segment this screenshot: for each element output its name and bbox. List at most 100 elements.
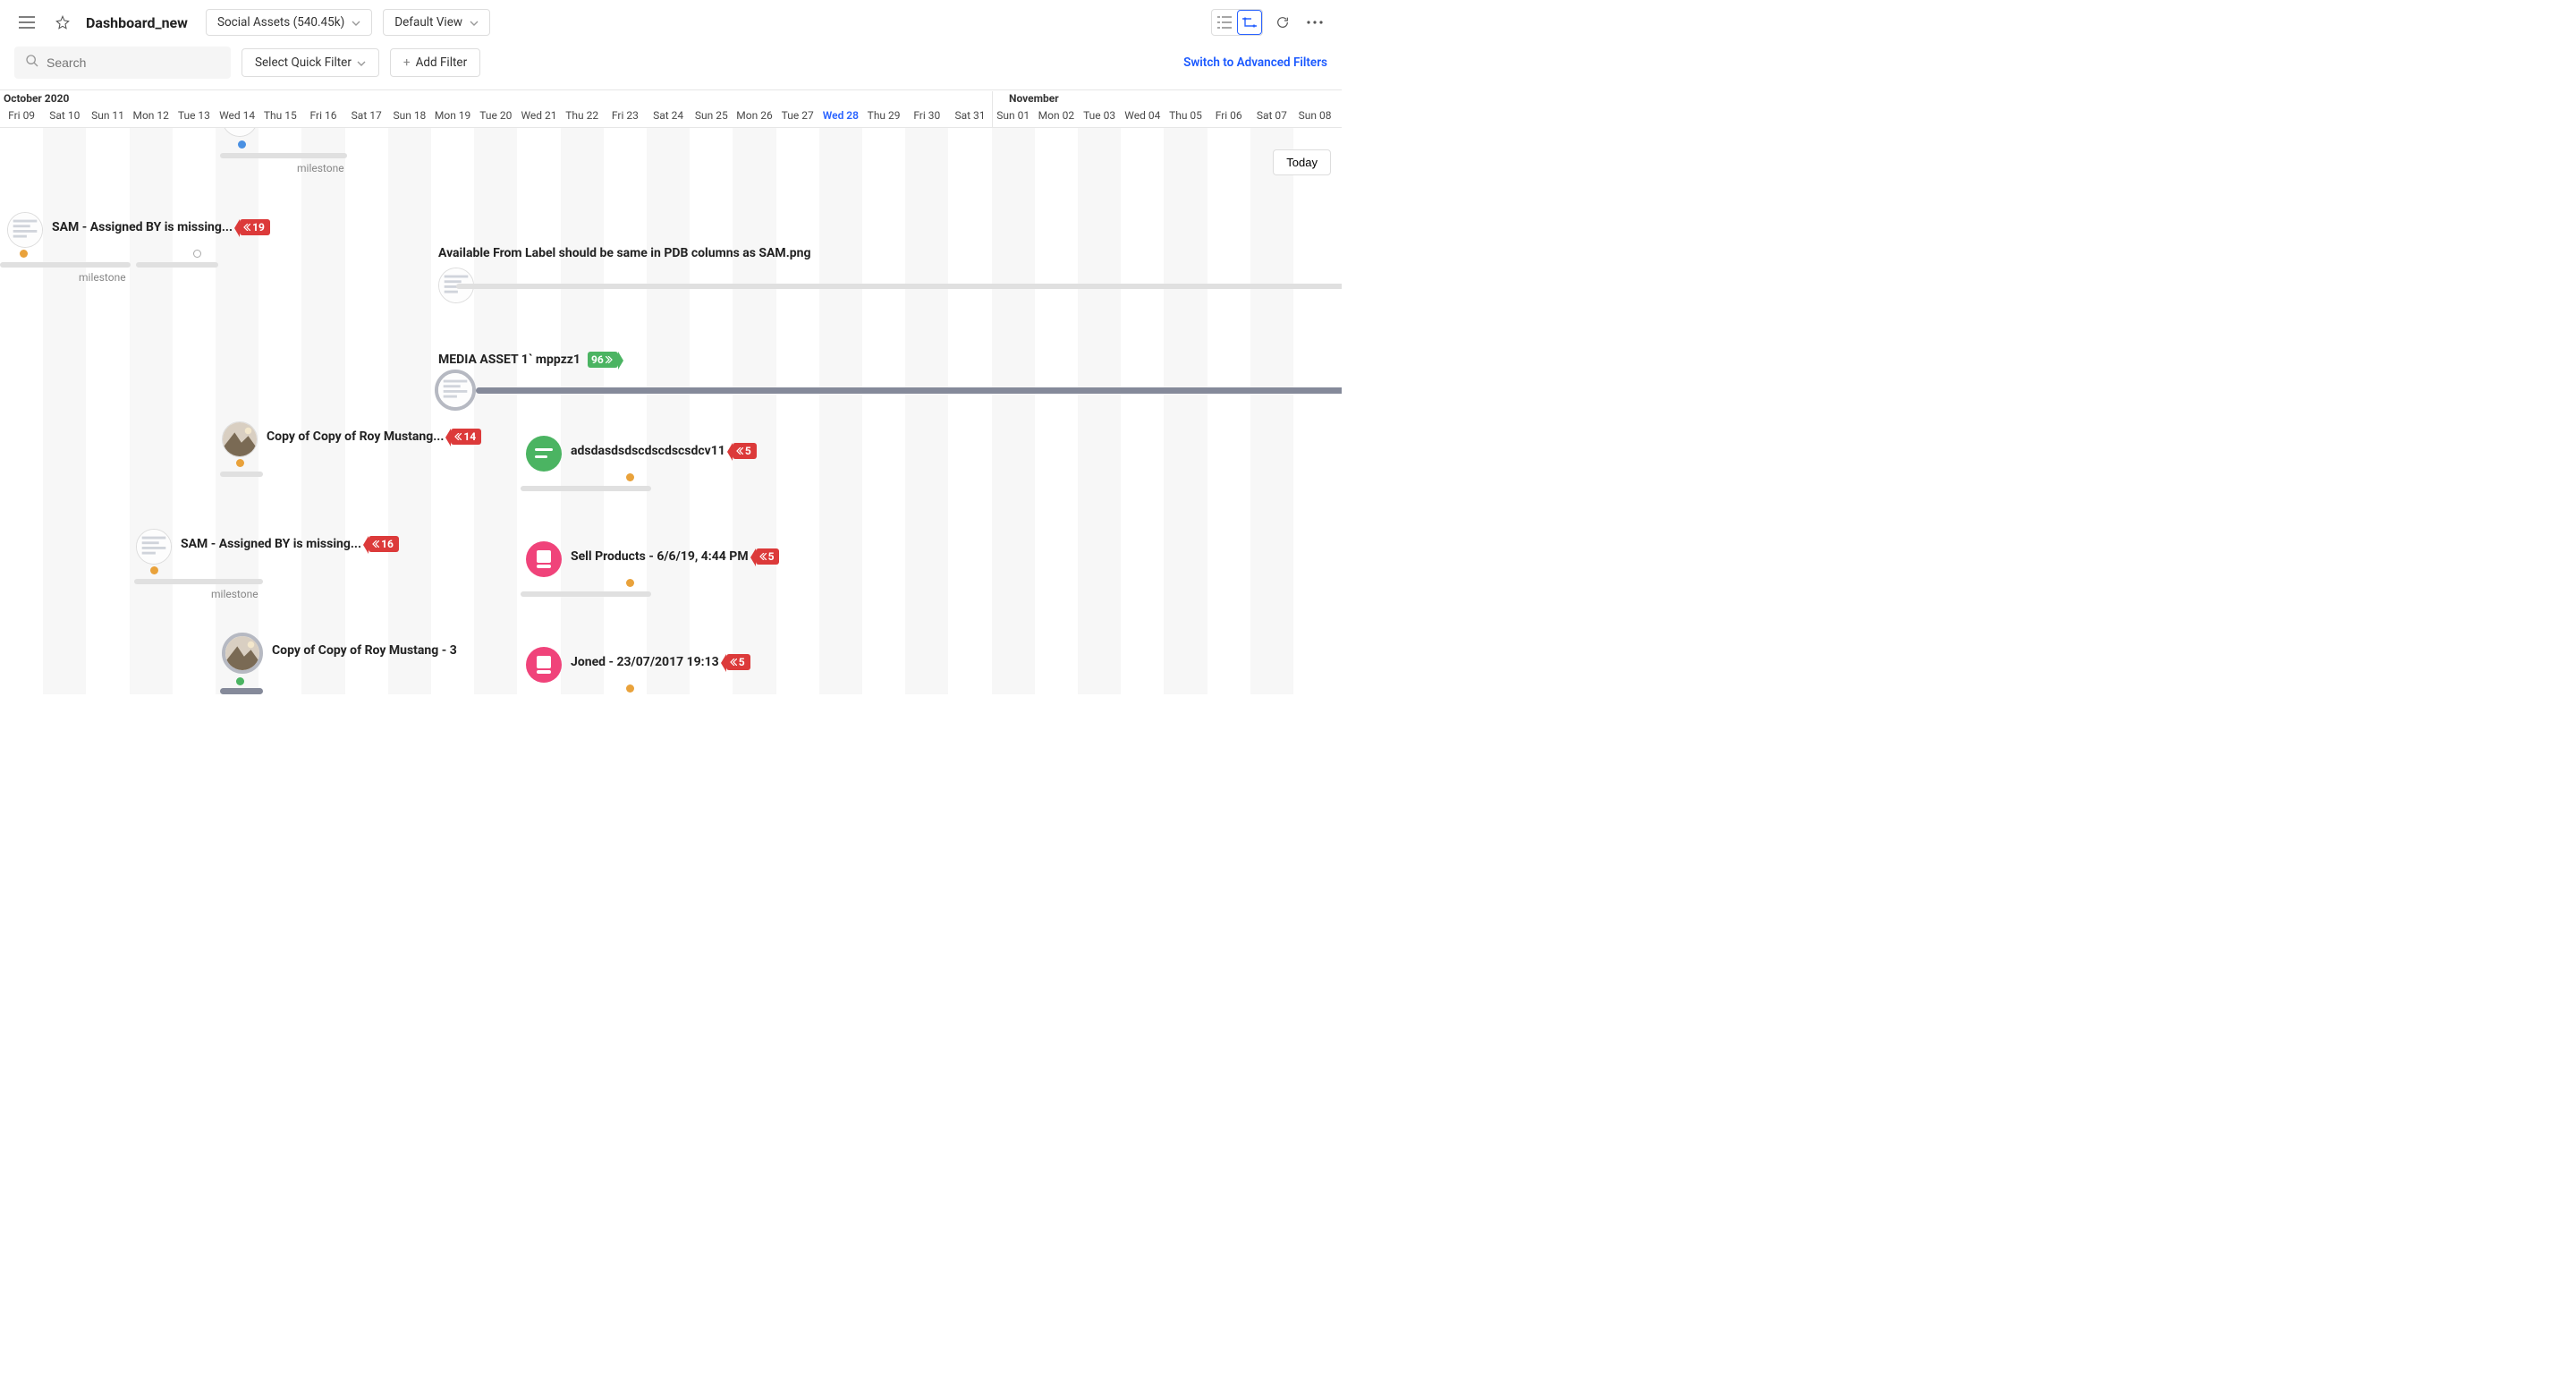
day-label[interactable]: Thu 15: [264, 109, 297, 122]
view-dropdown[interactable]: Default View: [383, 9, 490, 36]
column-stripe: [301, 128, 344, 694]
status-dot: [20, 250, 28, 258]
status-dot: [150, 566, 158, 574]
task-bar[interactable]: [220, 472, 263, 477]
column-stripe: [1164, 128, 1207, 694]
hamburger-icon[interactable]: [14, 10, 39, 35]
timeline-body[interactable]: Today milestoneSAM - Assigned BY is miss…: [0, 127, 1342, 694]
task-bar[interactable]: [136, 262, 218, 268]
today-button[interactable]: Today: [1273, 149, 1331, 175]
milestone-label: milestone: [211, 588, 258, 600]
column-stripe: [733, 128, 775, 694]
timeline-view-icon[interactable]: [1237, 10, 1262, 35]
search-input[interactable]: [47, 55, 220, 70]
day-label[interactable]: Sun 18: [393, 109, 426, 122]
day-label[interactable]: Tue 13: [178, 109, 210, 122]
column-stripe: [819, 128, 862, 694]
refresh-icon[interactable]: [1270, 10, 1295, 35]
count-badge: 5: [733, 443, 757, 459]
status-dot: [193, 250, 201, 258]
day-label[interactable]: Mon 12: [132, 109, 168, 122]
task-bar[interactable]: [456, 284, 1342, 289]
plus-icon: +: [403, 55, 411, 70]
task-bar[interactable]: [220, 688, 263, 694]
count-badge: 16: [369, 536, 399, 552]
more-icon[interactable]: [1302, 10, 1327, 35]
day-label[interactable]: Wed 04: [1124, 109, 1160, 122]
day-label[interactable]: Mon 26: [736, 109, 772, 122]
task-title: Copy of Copy of Roy Mustang...: [267, 429, 444, 444]
quick-filter-label: Select Quick Filter: [255, 55, 352, 70]
task-title: adsdasdsdscdscdscsdcv11: [571, 444, 725, 458]
topbar-right: [1211, 9, 1327, 36]
page-title: Dashboard_new: [86, 14, 188, 31]
column-stripe: [561, 128, 604, 694]
chevron-down-icon: [470, 15, 479, 30]
add-filter-label: Add Filter: [416, 55, 468, 70]
task-title: Available From Label should be same in P…: [438, 246, 810, 260]
day-label[interactable]: Wed 28: [823, 109, 859, 122]
day-label[interactable]: Fri 16: [310, 109, 337, 122]
task-thumb: [222, 421, 258, 457]
top-bar: Dashboard_new Social Assets (540.45k) De…: [0, 0, 1342, 43]
task-bar[interactable]: [476, 387, 1342, 394]
day-label[interactable]: Fri 06: [1216, 109, 1242, 122]
task-bar[interactable]: [521, 486, 651, 491]
view-dropdown-label: Default View: [394, 15, 462, 30]
status-dot: [626, 684, 634, 693]
day-label[interactable]: Mon 19: [435, 109, 470, 122]
list-view-icon[interactable]: [1212, 10, 1237, 35]
advanced-filters-link[interactable]: Switch to Advanced Filters: [1183, 55, 1327, 70]
day-label[interactable]: Sat 07: [1257, 109, 1287, 122]
task-title: Copy of Copy of Roy Mustang - 3: [272, 643, 457, 658]
task-thumb: [222, 633, 263, 674]
column-stripe: [388, 128, 431, 694]
task-thumb: [435, 370, 476, 411]
count-badge: 5: [726, 654, 750, 670]
column-stripe: [1078, 128, 1121, 694]
day-label[interactable]: Sat 17: [352, 109, 382, 122]
assets-dropdown[interactable]: Social Assets (540.45k): [206, 9, 372, 36]
day-label[interactable]: Sun 08: [1299, 109, 1332, 122]
day-label[interactable]: Fri 30: [913, 109, 940, 122]
day-label[interactable]: Tue 20: [479, 109, 512, 122]
day-label[interactable]: Sun 25: [695, 109, 728, 122]
column-stripe: [474, 128, 517, 694]
status-dot: [236, 459, 244, 467]
star-icon[interactable]: [50, 10, 75, 35]
task-bar[interactable]: [134, 579, 263, 584]
day-label[interactable]: Sat 10: [49, 109, 80, 122]
day-label[interactable]: Sun 11: [91, 109, 124, 122]
day-label[interactable]: Tue 03: [1083, 109, 1115, 122]
filter-bar: Select Quick Filter + Add Filter Switch …: [0, 43, 1342, 89]
day-label[interactable]: Thu 05: [1169, 109, 1202, 122]
day-label[interactable]: Tue 27: [782, 109, 814, 122]
search-box[interactable]: [14, 47, 231, 79]
quick-filter-dropdown[interactable]: Select Quick Filter: [242, 48, 379, 77]
status-dot: [626, 579, 634, 587]
day-label[interactable]: Mon 02: [1038, 109, 1074, 122]
add-filter-button[interactable]: + Add Filter: [390, 48, 480, 77]
task-thumb: [136, 529, 172, 565]
count-badge: 14: [451, 429, 481, 445]
task-thumb: [526, 436, 562, 472]
status-dot: [236, 677, 244, 685]
task-title: Sell Products - 6/6/19, 4:44 PM: [571, 549, 749, 564]
day-label[interactable]: Wed 14: [219, 109, 255, 122]
task-thumb: [526, 541, 562, 577]
day-label[interactable]: Fri 23: [612, 109, 639, 122]
day-label[interactable]: Wed 21: [521, 109, 556, 122]
day-label[interactable]: Thu 29: [868, 109, 901, 122]
task-title: MEDIA ASSET 1` mppzz1: [438, 353, 580, 367]
task-bar[interactable]: [521, 591, 651, 597]
day-label[interactable]: Sun 01: [996, 109, 1030, 122]
status-dot: [238, 140, 246, 149]
column-stripe: [647, 128, 690, 694]
day-label[interactable]: Sat 24: [653, 109, 683, 122]
day-label[interactable]: Sat 31: [954, 109, 985, 122]
task-bar[interactable]: [220, 153, 347, 158]
day-label[interactable]: Thu 22: [565, 109, 598, 122]
task-bar[interactable]: [0, 262, 131, 268]
timeline-header: October 2020November Fri 09Sat 10Sun 11M…: [0, 89, 1342, 127]
day-label[interactable]: Fri 09: [8, 109, 35, 122]
